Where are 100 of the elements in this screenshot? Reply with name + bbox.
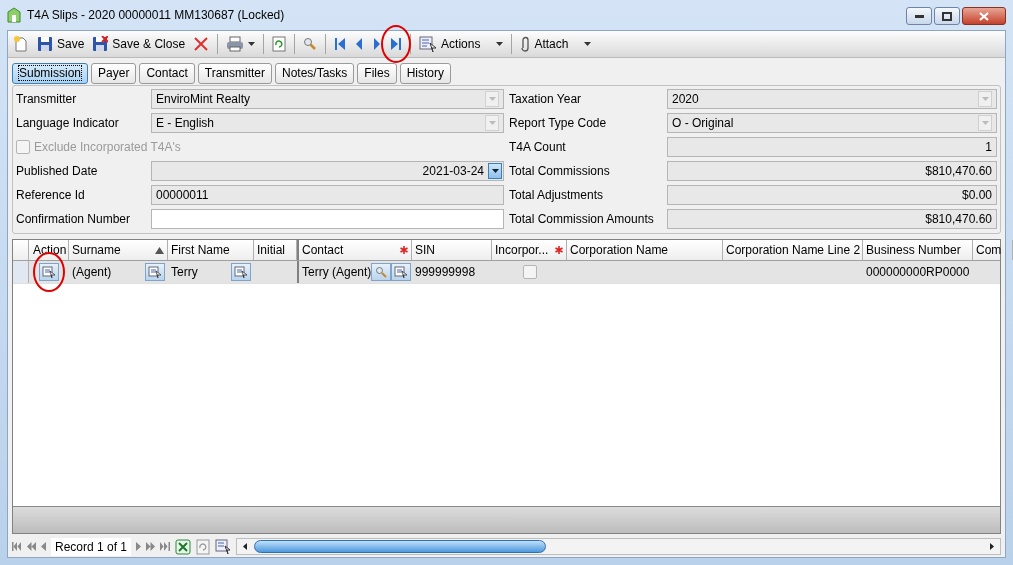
dropdown[interactable]: O - Original [667, 113, 997, 133]
edit-icon [42, 266, 56, 278]
caret-icon [248, 42, 256, 46]
minimize-icon [914, 14, 924, 18]
lookup-button[interactable] [371, 263, 392, 281]
field-label: Language Indicator [16, 115, 120, 132]
column-header[interactable]: Initial [254, 240, 297, 260]
next-page-button[interactable] [146, 542, 156, 551]
edit-button[interactable] [231, 263, 251, 281]
tab[interactable]: Payer [91, 63, 137, 84]
field-label: Report Type Code [509, 115, 608, 132]
horizontal-scrollbar[interactable] [236, 538, 1001, 555]
rewind-icon [27, 542, 36, 551]
tab[interactable]: Transmitter [197, 63, 272, 84]
column-header[interactable]: First Name [168, 240, 254, 260]
input-field[interactable]: 00000011 [151, 185, 504, 205]
save-button[interactable]: Save [34, 33, 88, 55]
table-row[interactable]: (Agent) Terry Terry (Agent) 999999998 000000000RP0000 [13, 261, 1000, 284]
first-record-icon [334, 37, 347, 51]
field-label: Reference Id [16, 187, 86, 204]
tab[interactable]: Submission [12, 63, 89, 84]
refresh-icon [196, 538, 211, 555]
checkbox-label: Exclude Incorporated T4A's [34, 139, 181, 156]
actions-button[interactable]: Actions [416, 33, 507, 55]
tab[interactable]: Notes/Tasks [275, 63, 355, 84]
caret-icon [584, 42, 592, 46]
caret-icon [496, 42, 504, 46]
edit-button[interactable] [39, 263, 59, 281]
required-icon [555, 246, 563, 254]
dropdown[interactable]: E - English [151, 113, 504, 133]
dropdown[interactable]: 2020 [667, 89, 997, 109]
table-cell-text: 000000000RP0000 [866, 264, 970, 281]
input-field[interactable]: 1 [667, 137, 997, 157]
field-label: Published Date [16, 163, 99, 180]
table-cell-text: 999999998 [415, 264, 476, 281]
edit-button[interactable] [145, 263, 165, 281]
close-icon [979, 11, 989, 21]
delete-icon [193, 36, 210, 52]
edit-button[interactable] [391, 263, 412, 281]
input-field[interactable]: $0.00 [667, 185, 997, 205]
input-field[interactable]: $810,470.60 [667, 209, 997, 229]
save-close-icon [92, 36, 109, 52]
previous-record-button[interactable] [41, 542, 46, 551]
dropdown[interactable]: EnviroMint Realty [151, 89, 504, 109]
spreadsheet-icon [175, 538, 192, 555]
checkbox[interactable] [522, 265, 537, 279]
field-label: Taxation Year [509, 91, 583, 108]
input-field[interactable] [151, 209, 504, 229]
dropdown-arrow-icon [981, 97, 989, 101]
export-excel-button[interactable] [175, 538, 192, 555]
refresh-icon [272, 36, 287, 52]
required-icon [400, 246, 408, 254]
tab[interactable]: Files [357, 63, 397, 84]
edit-icon [394, 266, 409, 278]
edit-icon [234, 266, 248, 278]
field-label: Confirmation Number [16, 211, 132, 228]
save-close-button[interactable]: Save & Close [89, 33, 189, 55]
last-page-button[interactable] [160, 542, 171, 551]
column-header[interactable]: Corporation Name [567, 240, 723, 260]
scroll-right-icon [990, 543, 994, 550]
column-header[interactable]: SIN [412, 240, 492, 260]
first-page-button[interactable] [12, 542, 22, 551]
tab[interactable]: History [399, 63, 452, 84]
column-header[interactable]: Incorpor... [492, 240, 567, 260]
date-field[interactable]: 2021-03-24 [151, 161, 504, 181]
previous-icon [354, 37, 365, 51]
close-button[interactable] [962, 7, 1006, 25]
fast-forward-icon [146, 542, 156, 551]
date-picker-button[interactable] [488, 163, 502, 179]
dropdown-arrow-icon [981, 121, 989, 125]
previous-icon [41, 542, 46, 551]
column-header[interactable]: Com [973, 240, 1013, 260]
field-label: Total Commission Amounts [509, 211, 655, 228]
first-page-icon [12, 542, 22, 551]
sort-ascending-icon [155, 246, 164, 254]
scroll-left-icon [243, 543, 248, 550]
previous-page-button[interactable] [27, 542, 36, 551]
column-header[interactable]: Business Number [863, 240, 973, 260]
actions-button[interactable] [215, 538, 232, 555]
window-title: T4A Slips - 2020 00000011 MM130687 (Locked) [27, 7, 285, 24]
actions-icon [419, 36, 438, 52]
edit-icon [148, 266, 162, 278]
table-cell-text: Terry (Agent) [302, 264, 372, 281]
row-header [13, 261, 29, 283]
scrollbar-thumb[interactable] [254, 540, 546, 553]
search-icon [303, 37, 318, 51]
column-header[interactable]: Corporation Name Line 2 [723, 240, 863, 260]
minimize-button[interactable] [906, 7, 932, 25]
field-label: T4A Count [509, 139, 567, 156]
maximize-button[interactable] [934, 7, 960, 25]
next-record-button[interactable] [136, 542, 142, 551]
caret-icon [491, 169, 499, 173]
paperclip-icon [520, 36, 531, 52]
field-label: Total Adjustments [509, 187, 605, 204]
annotation-circle [33, 252, 65, 292]
column-header[interactable]: Surname [69, 240, 168, 260]
annotation-circle [381, 25, 412, 63]
input-field[interactable]: $810,470.60 [667, 161, 997, 181]
attach-button[interactable]: Attach [517, 33, 595, 55]
tab[interactable]: Contact [139, 63, 195, 84]
